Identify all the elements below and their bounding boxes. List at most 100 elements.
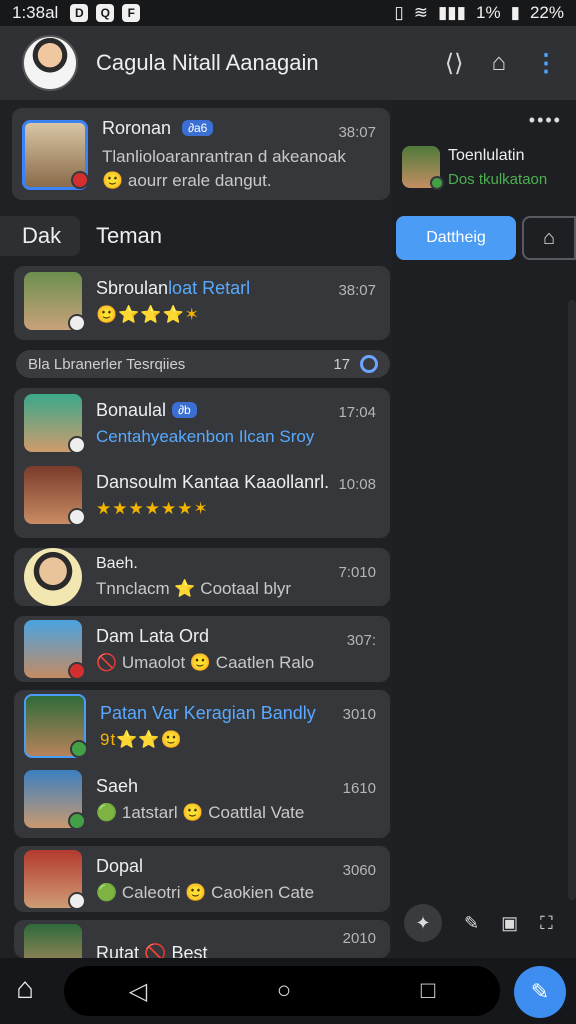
avatar	[402, 146, 444, 190]
system-nav: ◁ ○ □	[64, 966, 500, 1016]
notification-d-icon: D	[70, 4, 89, 22]
pinned-chat[interactable]: Roronan ∂a6 Tlanlioloaranrantran d akean…	[12, 108, 390, 200]
wifi-icon: ≋	[413, 3, 428, 22]
verified-badge: ∂a6	[182, 120, 214, 136]
side-panel: •••• Toenlulatin Dos tkulkataon Dattheig…	[392, 100, 576, 960]
chat-name-extra: 🚫 Best	[144, 942, 208, 959]
navigation-bar: ⌂ ◁ ○ □ ✎	[0, 958, 576, 1024]
profile-avatar[interactable]	[22, 35, 78, 91]
list-item[interactable]: Patan Var Keragian Bandly 9t⭐⭐🙂 3010	[14, 690, 390, 764]
compose-button[interactable]: ✎	[514, 966, 566, 1018]
refresh-icon[interactable]	[360, 355, 378, 373]
online-status-icon	[430, 176, 444, 190]
signal-icon: ▮▮▮	[437, 3, 467, 22]
avatar	[22, 119, 89, 190]
more-options-icon[interactable]: ⋮	[534, 49, 558, 78]
chat-group: Bonaulal ∂b Centahyeakenbon Ilcan Sroy 17…	[14, 388, 390, 538]
avatar	[24, 770, 86, 830]
chat-name-extra: loat Retarl	[168, 277, 251, 298]
vibrate-icon: ▯	[394, 3, 404, 22]
list-item[interactable]: Dansoulm Kantaa Kaaollanrl. ★★★★★★✶ 10:0…	[14, 460, 390, 530]
list-item[interactable]: Baeh. Tnnclacm ⭐ Cootaal blyr 7:010	[14, 548, 390, 606]
bank-icon[interactable]: ⌂	[492, 49, 507, 77]
status-icon	[68, 314, 86, 332]
chat-name: Patan Var Keragian Bandly	[100, 702, 316, 723]
avatar	[24, 620, 86, 680]
chat-time: 7:010	[338, 564, 376, 581]
chat-name: Dansoulm Kantaa Kaaollanrl.	[96, 471, 330, 492]
list-divider[interactable]: Bla Lbranerler Tesrqiies 17	[16, 350, 390, 378]
home-circle-icon[interactable]: ○	[277, 977, 292, 1005]
chat-name: Bonaulal	[96, 399, 167, 420]
chat-preview: 🚫 Umaolot 🙂 Caatlen Ralo	[96, 652, 315, 672]
list-item[interactable]: Saeh 🟢 1atstarl 🙂 Coattlal Vate 1610	[14, 764, 390, 834]
avatar	[24, 850, 86, 910]
list-item[interactable]: Sbroulanloat Retarl 🙂⭐⭐⭐✶ 38:07	[14, 266, 390, 340]
share-icon[interactable]: ⟨⟩	[445, 49, 464, 78]
app-bar: Cagula Nitall Aanagain ⟨⟩ ⌂ ⋮	[0, 26, 576, 100]
more-options-icon[interactable]: ••••	[529, 110, 562, 131]
copy-icon[interactable]: ▣	[501, 913, 518, 934]
chat-time: 38:07	[338, 282, 376, 299]
chat-name: Dopal	[96, 855, 144, 876]
section-header: Dak Teman	[0, 216, 390, 256]
chat-time: 2010	[342, 930, 376, 947]
chat-name: Dam Lata Ord	[96, 625, 210, 646]
status-icon	[68, 436, 86, 454]
section-title: Teman	[96, 223, 163, 248]
avatar	[24, 272, 86, 332]
status-bar: 1:38al D Q F ▯ ≋ ▮▮▮ 1% ▮ 22%	[0, 0, 576, 26]
chat-time: 10:08	[338, 476, 376, 493]
chat-preview-line1: Tlanlioloaranrantran d akeanoak	[102, 147, 346, 166]
chat-time: 307:	[346, 632, 376, 649]
home-icon[interactable]: ⌂	[16, 972, 34, 1006]
list-item[interactable]: Dam Lata Ord 🚫 Umaolot 🙂 Caatlen Ralo 30…	[14, 616, 390, 682]
chat-time: 3060	[342, 862, 376, 879]
online-status-icon	[70, 740, 88, 758]
pin-icon[interactable]: ✎	[464, 913, 479, 934]
page-title: Cagula Nitall Aanagain	[96, 50, 319, 75]
avatar	[24, 394, 86, 454]
chat-preview: 🟢 Caleotri 🙂 Caokien Cate	[96, 882, 315, 902]
battery-percent-a: 1%	[476, 3, 501, 22]
battery-icon: ▮	[510, 3, 520, 22]
avatar	[24, 924, 82, 958]
chat-name: Baeh.	[96, 555, 138, 572]
chat-name: Rutat	[96, 942, 140, 959]
chat-badge: ∂b	[172, 401, 197, 418]
battery-percent-b: 22%	[529, 3, 564, 22]
home-outline-icon[interactable]: ⌂	[522, 216, 576, 260]
list-item[interactable]: Bonaulal ∂b Centahyeakenbon Ilcan Sroy 17…	[14, 388, 390, 458]
expand-icon[interactable]: ⛶	[540, 913, 553, 934]
recents-icon[interactable]: □	[421, 977, 436, 1005]
side-action-button[interactable]: Dattheig	[396, 216, 516, 260]
status-time: 1:38al	[12, 3, 59, 22]
side-contact[interactable]: Toenlulatin Dos tkulkataon	[402, 146, 548, 190]
list-item[interactable]: Dopal 🟢 Caleotri 🙂 Caokien Cate 3060	[14, 846, 390, 912]
chat-preview-line2: 🙂 aourr erale dangut.	[102, 171, 272, 190]
chat-name: Roronan	[102, 118, 172, 138]
status-icon	[68, 892, 86, 910]
chat-name: Sbroulan	[96, 277, 169, 298]
side-contact-name: Toenlulatin	[448, 146, 525, 164]
online-status-icon	[68, 812, 86, 830]
back-icon[interactable]: ◁	[129, 977, 147, 1006]
notification-f-icon: F	[122, 4, 141, 22]
scrollbar[interactable]	[568, 300, 576, 900]
chat-time: 3010	[342, 706, 376, 723]
avatar	[24, 466, 86, 526]
chat-rating: 🙂⭐⭐⭐✶	[96, 304, 200, 324]
section-tab-dak[interactable]: Dak	[0, 216, 80, 256]
chat-time: 17:04	[338, 404, 376, 421]
chat-preview: 🟢 1atstarl 🙂 Coattlal Vate	[96, 802, 305, 822]
list-item[interactable]: Rutat 🚫 Best 2010	[14, 920, 390, 958]
chat-preview: Centahyeakenbon Ilcan Sroy	[96, 426, 315, 446]
sticker-icon[interactable]: ✦	[404, 904, 442, 942]
divider-count: 17	[333, 355, 350, 373]
side-contact-status: Dos tkulkataon	[448, 170, 548, 188]
online-status-icon	[71, 170, 89, 189]
chat-group: Patan Var Keragian Bandly 9t⭐⭐🙂 3010 Sae…	[14, 690, 390, 838]
avatar	[24, 548, 82, 606]
chat-name: Saeh	[96, 775, 139, 796]
notification-q-icon: Q	[96, 4, 115, 22]
